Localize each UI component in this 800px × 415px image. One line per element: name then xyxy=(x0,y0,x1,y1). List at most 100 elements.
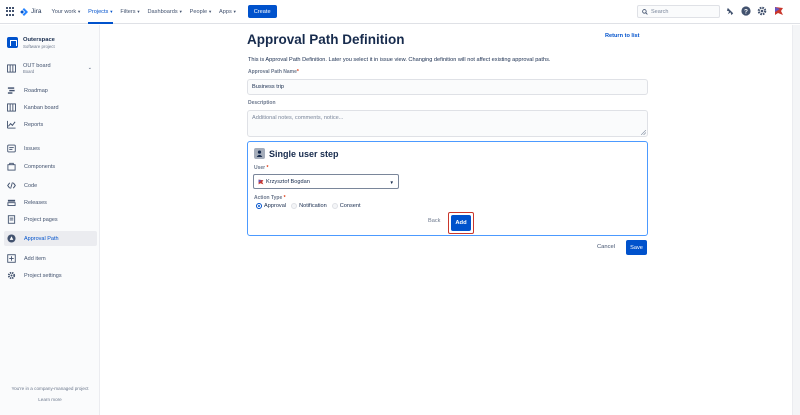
sidebar-item-code[interactable]: Code xyxy=(7,178,97,193)
svg-text:?: ? xyxy=(744,8,748,15)
return-to-list-link[interactable]: Return to list xyxy=(605,33,640,39)
nav-dashboards-label: Dashboards xyxy=(147,8,178,15)
project-header[interactable]: Outerspace Software project xyxy=(7,37,55,49)
sidebar-item-label: Releases xyxy=(24,199,47,206)
action-type-label-text: Action Type xyxy=(254,195,283,201)
sidebar-item-label: Issues xyxy=(24,145,40,152)
approval-path-name-label-text: Approval Path Name xyxy=(248,69,297,75)
radio-consent[interactable]: Consent xyxy=(331,203,361,209)
page-title: Approval Path Definition xyxy=(247,32,405,47)
add-button[interactable]: Add xyxy=(451,215,471,231)
back-button[interactable]: Back xyxy=(428,218,440,224)
chevron-down-icon: ▼ xyxy=(208,9,213,14)
radio-label: Notification xyxy=(299,203,327,209)
sidebar-item-releases[interactable]: Releases xyxy=(7,195,97,210)
sidebar-item-components[interactable]: Components xyxy=(7,159,97,174)
radio-notification[interactable]: Notification xyxy=(291,203,327,209)
action-type-group: Approval Notification Consent xyxy=(256,203,366,209)
radio-unchecked-icon xyxy=(331,203,338,209)
sidebar-item-label: Code xyxy=(24,182,38,189)
sidebar-item-kanban-board[interactable]: Kanban board xyxy=(7,100,97,115)
radio-label: Consent xyxy=(339,203,361,209)
app-switcher-icon[interactable] xyxy=(6,7,15,16)
resize-handle-icon[interactable] xyxy=(641,130,646,135)
user-icon xyxy=(254,148,265,159)
learn-more-link[interactable]: Learn more xyxy=(0,397,100,402)
radio-checked-icon xyxy=(256,203,262,209)
radio-approval[interactable]: Approval xyxy=(256,203,286,209)
sidebar-item-approval-path[interactable]: Approval Path xyxy=(4,231,97,246)
save-button[interactable]: Save xyxy=(626,240,647,255)
description-label: Description xyxy=(248,100,276,106)
project-name: Outerspace xyxy=(23,37,55,43)
code-icon xyxy=(7,182,16,189)
required-marker: * xyxy=(296,69,299,75)
radio-unchecked-icon xyxy=(291,203,298,209)
sidebar-item-issues[interactable]: Issues xyxy=(7,141,97,156)
user-avatar-icon xyxy=(258,179,264,184)
approval-path-name-label: Approval Path Name* xyxy=(248,69,299,75)
jira-logo[interactable]: Jira xyxy=(20,7,41,16)
nav-people-label: People xyxy=(189,8,208,15)
components-icon xyxy=(7,162,16,171)
sidebar-item-project-pages[interactable]: Project pages xyxy=(7,212,97,227)
project-type: Software project xyxy=(23,44,55,49)
nav-dashboards[interactable]: Dashboards ▼ xyxy=(148,0,183,24)
approval-path-name-field[interactable]: Business trip xyxy=(247,79,648,95)
create-button[interactable]: Create xyxy=(247,5,277,18)
user-select-value: Krzysztof Bogdan xyxy=(266,178,310,185)
description-field[interactable]: Additional notes, comments, notice... xyxy=(247,110,648,137)
nav-people[interactable]: People ▼ xyxy=(190,0,212,24)
sidebar: Outerspace Software project OUT board Bo… xyxy=(0,25,100,415)
sidebar-item-roadmap[interactable]: Roadmap xyxy=(7,83,97,98)
required-marker: * xyxy=(266,165,269,171)
chevron-down-icon: ▼ xyxy=(136,9,141,14)
help-icon[interactable]: ? xyxy=(741,6,751,16)
pages-icon xyxy=(7,215,16,224)
sidebar-item-label: Roadmap xyxy=(24,87,48,94)
intro-text: This is Approval Path Definition. Later … xyxy=(248,57,551,63)
action-type-label: Action Type * xyxy=(254,195,286,201)
scrollbar[interactable] xyxy=(792,25,800,415)
sidebar-item-project-settings[interactable]: Project settings xyxy=(7,268,97,283)
nav-apps[interactable]: Apps ▼ xyxy=(219,0,237,24)
caret-down-icon: ▼ xyxy=(389,180,394,185)
add-button-highlight: Add xyxy=(448,212,474,234)
issues-icon xyxy=(7,144,16,153)
search-box[interactable] xyxy=(637,5,720,18)
nav-filters[interactable]: Filters ▼ xyxy=(120,0,140,24)
required-marker: * xyxy=(283,195,286,201)
user-label-text: User xyxy=(254,165,266,171)
chevron-down-icon[interactable]: ⌄ xyxy=(88,65,92,71)
search-icon xyxy=(642,8,648,15)
settings-icon xyxy=(7,271,16,280)
nav-filters-label: Filters xyxy=(120,8,136,15)
description-placeholder: Additional notes, comments, notice... xyxy=(252,115,344,121)
search-input[interactable] xyxy=(651,8,711,15)
sidebar-item-label: Project settings xyxy=(24,272,62,279)
profile-avatar-icon xyxy=(775,7,783,15)
chevron-down-icon: ▼ xyxy=(109,9,114,14)
reports-icon xyxy=(7,120,16,129)
avatar[interactable] xyxy=(774,6,784,16)
settings-icon[interactable] xyxy=(757,6,767,16)
user-select[interactable]: Krzysztof Bogdan ▼ xyxy=(253,174,399,189)
add-item-icon xyxy=(7,254,16,263)
nav-apps-label: Apps xyxy=(219,8,232,15)
sidebar-item-board[interactable]: OUT board Board ⌄ xyxy=(7,63,97,74)
board-icon xyxy=(7,64,16,73)
cancel-button[interactable]: Cancel xyxy=(597,244,615,250)
chevron-down-icon: ▼ xyxy=(232,9,237,14)
sidebar-item-label: Project pages xyxy=(24,216,58,223)
sidebar-item-label: Approval Path xyxy=(24,235,59,242)
notifications-icon[interactable] xyxy=(725,6,735,16)
approval-path-icon xyxy=(7,234,16,243)
sidebar-item-add-item[interactable]: Add item xyxy=(7,251,97,266)
nav-projects[interactable]: Projects ▼ xyxy=(88,0,114,24)
board-icon xyxy=(7,103,16,112)
sidebar-item-reports[interactable]: Reports xyxy=(7,117,97,132)
chevron-down-icon: ▼ xyxy=(77,9,82,14)
nav-your-work[interactable]: Your work ▼ xyxy=(51,0,81,24)
roadmap-icon xyxy=(7,87,15,94)
radio-label: Approval xyxy=(264,203,287,209)
